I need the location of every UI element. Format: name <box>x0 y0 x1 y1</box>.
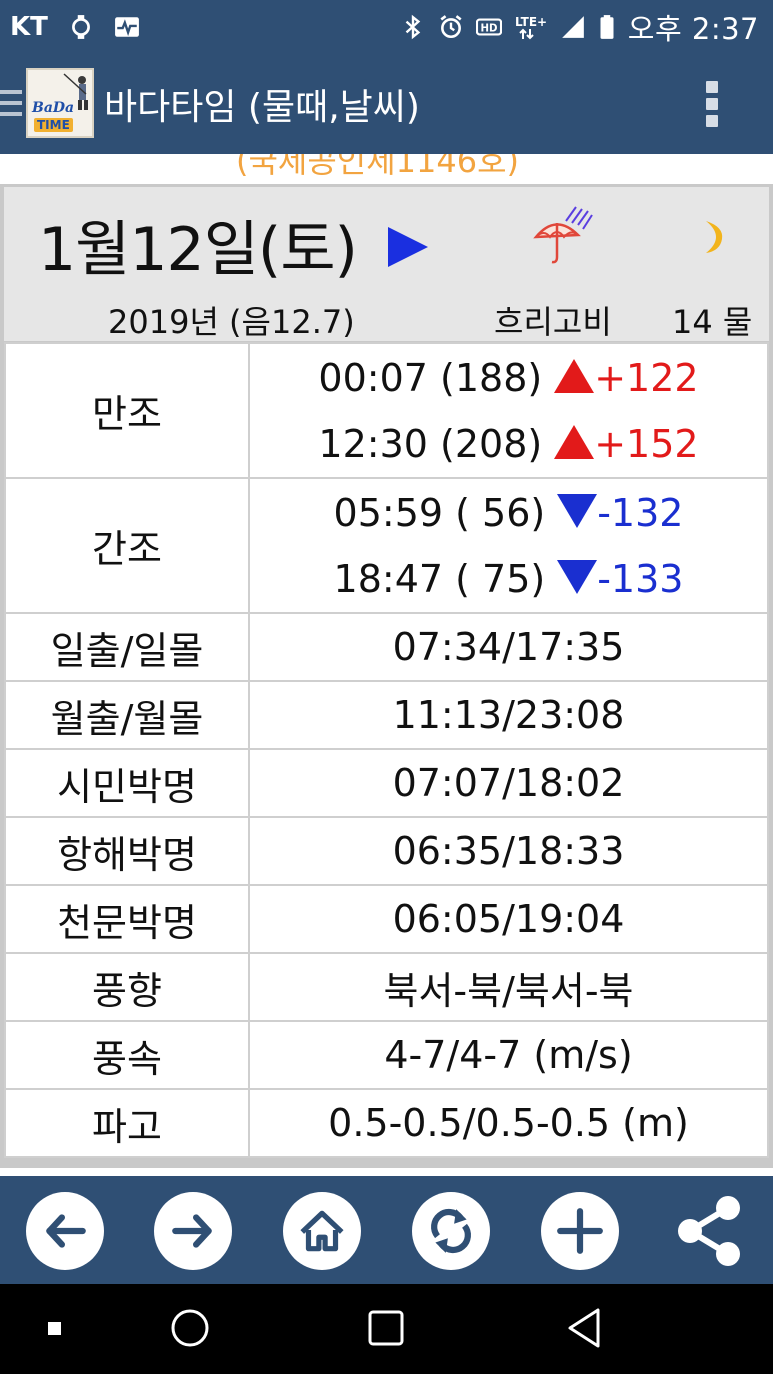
signal-icon <box>560 14 586 40</box>
table-row: 풍향 북서-북/북서-북 <box>4 952 769 1022</box>
table-row-low-tide: 간조 05:59 ( 56) -132 18:47 ( 75) -133 <box>4 477 769 614</box>
tide-table: 만조 00:07 (188) +122 12:30 (208) +152 간조 05… <box>4 342 769 1158</box>
svg-text:LTE+: LTE+ <box>515 15 547 29</box>
watch-icon <box>68 14 94 40</box>
tide-card: 1월12일(토) 2019년 (음12.7) 흐리고비 14 물 만조 00:0… <box>0 184 773 1168</box>
table-row: 항해박명 06:35/18:33 <box>4 816 769 886</box>
overview-square-icon[interactable] <box>366 1306 406 1350</box>
forward-arrow-icon <box>172 1214 212 1248</box>
low-tide-values: 05:59 ( 56) -132 18:47 ( 75) -133 <box>248 477 769 614</box>
back-button[interactable] <box>26 1192 104 1270</box>
bluetooth-icon <box>400 14 426 40</box>
home-circle-icon[interactable] <box>168 1306 212 1350</box>
fall-arrow-icon <box>557 559 598 594</box>
home-button[interactable] <box>283 1192 361 1270</box>
forward-button[interactable] <box>154 1192 232 1270</box>
battery-icon <box>598 14 616 40</box>
moon-phase-icon <box>706 221 723 253</box>
hd-voice-icon: HD <box>475 14 502 40</box>
back-triangle-icon[interactable] <box>562 1306 606 1350</box>
share-icon[interactable] <box>670 1192 748 1270</box>
plus-icon <box>557 1208 603 1254</box>
table-row-high-tide: 만조 00:07 (188) +122 12:30 (208) +152 <box>4 342 769 479</box>
bottom-toolbar <box>0 1176 773 1284</box>
status-bar: KT HD LTE+ 오후 2:37 <box>0 0 773 54</box>
alarm-icon <box>438 14 464 40</box>
rise-arrow-icon <box>554 424 595 459</box>
table-row: 천문박명 06:05/19:04 <box>4 884 769 954</box>
home-icon <box>300 1210 344 1252</box>
next-day-arrow-icon[interactable] <box>388 227 428 267</box>
table-row: 일출/일몰 07:34/17:35 <box>4 612 769 682</box>
fall-arrow-icon <box>557 493 598 528</box>
app-logo: BaDa TIME <box>26 68 94 138</box>
high-tide-label: 만조 <box>4 342 250 479</box>
app-bar: BaDa TIME 바다타임 (물때,날씨) <box>0 54 773 154</box>
table-row: 시민박명 07:07/18:02 <box>4 748 769 818</box>
refresh-button[interactable] <box>412 1192 490 1270</box>
system-nav-bar <box>0 1284 773 1374</box>
high-tide-values: 00:07 (188) +122 12:30 (208) +152 <box>248 342 769 479</box>
date-header: 1월12일(토) 2019년 (음12.7) 흐리고비 14 물 <box>4 187 769 341</box>
low-tide-label: 간조 <box>4 477 250 614</box>
subtitle-clipped: (국제공인제1146호) <box>0 154 773 184</box>
clock: 오후 2:37 <box>627 12 759 46</box>
table-row: 월출/월몰 11:13/23:08 <box>4 680 769 750</box>
back-arrow-icon <box>46 1214 86 1248</box>
tide-phase-mul: 14 물 <box>672 303 753 341</box>
carrier-label: KT <box>10 12 48 42</box>
table-row: 풍속 4-7/4-7 (m/s) <box>4 1020 769 1090</box>
menu-icon[interactable] <box>0 90 22 120</box>
overflow-menu-icon[interactable] <box>706 81 720 127</box>
health-monitor-icon <box>114 14 140 40</box>
year-lunar-date: 2019년 (음12.7) <box>108 303 355 341</box>
rise-arrow-icon <box>554 358 595 393</box>
lte-icon: LTE+ <box>514 14 548 40</box>
table-row: 파고 0.5-0.5/0.5-0.5 (m) <box>4 1088 769 1158</box>
recent-dot-icon[interactable] <box>46 1320 64 1338</box>
refresh-icon <box>431 1208 471 1254</box>
app-title: 바다타임 (물때,날씨) <box>104 87 420 128</box>
rain-umbrella-icon <box>533 206 593 264</box>
svg-text:HD: HD <box>480 24 497 35</box>
add-button[interactable] <box>541 1192 619 1270</box>
date-title: 1월12일(토) <box>38 215 358 285</box>
weather-text: 흐리고비 <box>494 303 612 341</box>
